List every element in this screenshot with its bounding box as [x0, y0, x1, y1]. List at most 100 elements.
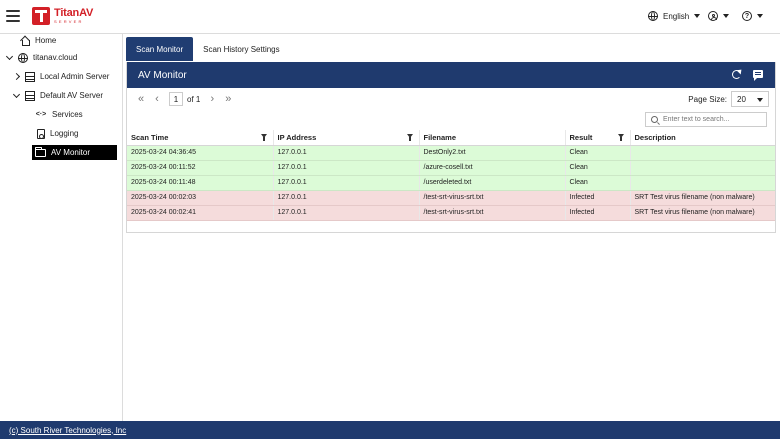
sidebar-item-label: AV Monitor [51, 148, 90, 157]
table-header-row: Scan Time IP Address Filename Result Des… [127, 130, 775, 146]
titan-logo-icon [32, 7, 50, 25]
cell-filename: /test-srt-virus-srt.txt [418, 190, 565, 206]
chevron-down-icon[interactable] [5, 53, 14, 62]
first-page-button[interactable]: « [133, 91, 149, 107]
comment-icon[interactable] [753, 70, 763, 81]
column-header-filename[interactable]: Filename [418, 130, 565, 146]
sidebar-item-av-monitor[interactable]: AV Monitor [32, 145, 117, 160]
filter-icon[interactable] [406, 134, 414, 141]
cell-scan-time: 2025-03-24 00:11:52 [127, 160, 273, 176]
column-header-scan-time[interactable]: Scan Time [127, 130, 273, 146]
filter-icon[interactable] [617, 134, 625, 141]
page-number-input[interactable]: 1 [169, 92, 183, 106]
last-page-button[interactable]: » [220, 91, 236, 107]
page-size-value: 20 [737, 94, 746, 104]
home-icon [20, 36, 30, 46]
folder-icon [35, 147, 46, 157]
sidebar-item-home[interactable]: Home [20, 33, 56, 48]
table-row[interactable]: 2025-03-24 00:11:48 127.0.0.1 /userdelet… [127, 175, 775, 191]
sidebar-item-services[interactable]: <·> Services [35, 107, 83, 122]
cell-description [629, 175, 775, 191]
help-icon: ? [742, 11, 752, 21]
server-icon [25, 90, 35, 101]
panel-title: AV Monitor [138, 69, 187, 81]
globe-icon [18, 52, 28, 63]
tab-scan-history-settings[interactable]: Scan History Settings [193, 37, 289, 61]
log-file-icon [37, 128, 45, 139]
cell-result: Clean [564, 160, 630, 176]
copyright-link[interactable]: (c) South River Technologies, Inc [9, 426, 126, 435]
cell-description [629, 145, 775, 161]
page-count-label: of 1 [187, 94, 201, 104]
sidebar-item-label: titanav.cloud [33, 53, 78, 62]
language-selector[interactable]: English [648, 11, 701, 21]
logo-name: TitanAV [54, 7, 94, 19]
panel-header: AV Monitor [127, 62, 775, 88]
chevron-down-icon[interactable] [12, 91, 21, 100]
user-menu[interactable] [708, 11, 729, 21]
app-header: TitanAV SERVER English ? [0, 0, 780, 34]
page-size-select[interactable]: 20 [731, 91, 769, 107]
search-toolbar: Enter text to search... [127, 110, 775, 130]
help-menu[interactable]: ? [742, 11, 763, 21]
cell-result: Clean [564, 175, 630, 191]
sidebar-item-default-av-server[interactable]: Default AV Server [12, 88, 103, 103]
table-row[interactable]: 2025-03-24 04:36:45 127.0.0.1 DestOnly2.… [127, 145, 775, 161]
server-icon [25, 71, 35, 82]
chevron-down-icon [757, 98, 763, 102]
column-header-ip-address[interactable]: IP Address [272, 130, 419, 146]
cell-description: SRT Test virus filename (non malware) [629, 190, 775, 206]
language-label: English [663, 11, 690, 21]
next-page-button[interactable]: › [204, 91, 220, 107]
cell-filename: DestOnly2.txt [418, 145, 565, 161]
cell-ip-address: 127.0.0.1 [272, 190, 419, 206]
app-footer: (c) South River Technologies, Inc [0, 421, 780, 439]
cell-scan-time: 2025-03-24 04:36:45 [127, 145, 273, 161]
tab-scan-monitor[interactable]: Scan Monitor [126, 37, 194, 61]
filter-icon[interactable] [260, 134, 268, 141]
column-header-description[interactable]: Description [629, 130, 775, 146]
cell-description [629, 160, 775, 176]
table-row[interactable]: 2025-03-24 00:11:52 127.0.0.1 /azure-cos… [127, 160, 775, 176]
cell-filename: /test-srt-virus-srt.txt [418, 205, 565, 221]
chevron-down-icon [723, 14, 729, 18]
sidebar-item-local-admin-server[interactable]: Local Admin Server [12, 69, 109, 84]
cell-ip-address: 127.0.0.1 [272, 145, 419, 161]
cell-ip-address: 127.0.0.1 [272, 160, 419, 176]
pager: « ‹ 1 of 1 › » Page Size: 20 [127, 88, 775, 110]
cell-scan-time: 2025-03-24 00:11:48 [127, 175, 273, 191]
sidebar-item-label: Services [52, 110, 83, 119]
cell-ip-address: 127.0.0.1 [272, 175, 419, 191]
search-icon [651, 116, 658, 123]
cell-result: Clean [564, 145, 630, 161]
sidebar-item-label: Home [35, 36, 57, 45]
sidebar-item-logging[interactable]: Logging [37, 126, 78, 141]
table-row[interactable]: 2025-03-24 00:02:03 127.0.0.1 /test-srt-… [127, 190, 775, 206]
search-input[interactable]: Enter text to search... [645, 112, 767, 127]
cell-scan-time: 2025-03-24 00:02:03 [127, 190, 273, 206]
table-row[interactable]: 2025-03-24 00:02:41 127.0.0.1 /test-srt-… [127, 205, 775, 221]
av-monitor-panel: AV Monitor « ‹ 1 of 1 › » Page Size: 20 … [126, 62, 776, 233]
page-size-label: Page Size: [688, 94, 727, 104]
menu-icon[interactable] [6, 10, 20, 22]
previous-page-button[interactable]: ‹ [149, 91, 165, 107]
tab-bar: Scan Monitor Scan History Settings [126, 37, 290, 61]
cell-description: SRT Test virus filename (non malware) [629, 205, 775, 221]
cell-scan-time: 2025-03-24 00:02:41 [127, 205, 273, 221]
sidebar-item-titanav-cloud[interactable]: titanav.cloud [5, 50, 77, 65]
cell-result: Infected [564, 190, 630, 206]
refresh-icon[interactable] [732, 70, 741, 79]
sidebar-item-label: Local Admin Server [40, 72, 110, 81]
app-logo: TitanAV SERVER [32, 7, 93, 25]
logo-subtitle: SERVER [54, 19, 84, 24]
cell-filename: /userdeleted.txt [418, 175, 565, 191]
chevron-down-icon [694, 14, 701, 18]
sidebar-tree: Home titanav.cloud Local Admin Server De… [0, 34, 123, 421]
column-header-result[interactable]: Result [564, 130, 630, 146]
user-icon [708, 11, 718, 21]
cell-filename: /azure-cosell.txt [418, 160, 565, 176]
cell-ip-address: 127.0.0.1 [272, 205, 419, 221]
chevron-right-icon[interactable] [12, 72, 21, 81]
services-icon: <·> [35, 111, 47, 118]
page-size-control: Page Size: 20 [688, 91, 769, 107]
